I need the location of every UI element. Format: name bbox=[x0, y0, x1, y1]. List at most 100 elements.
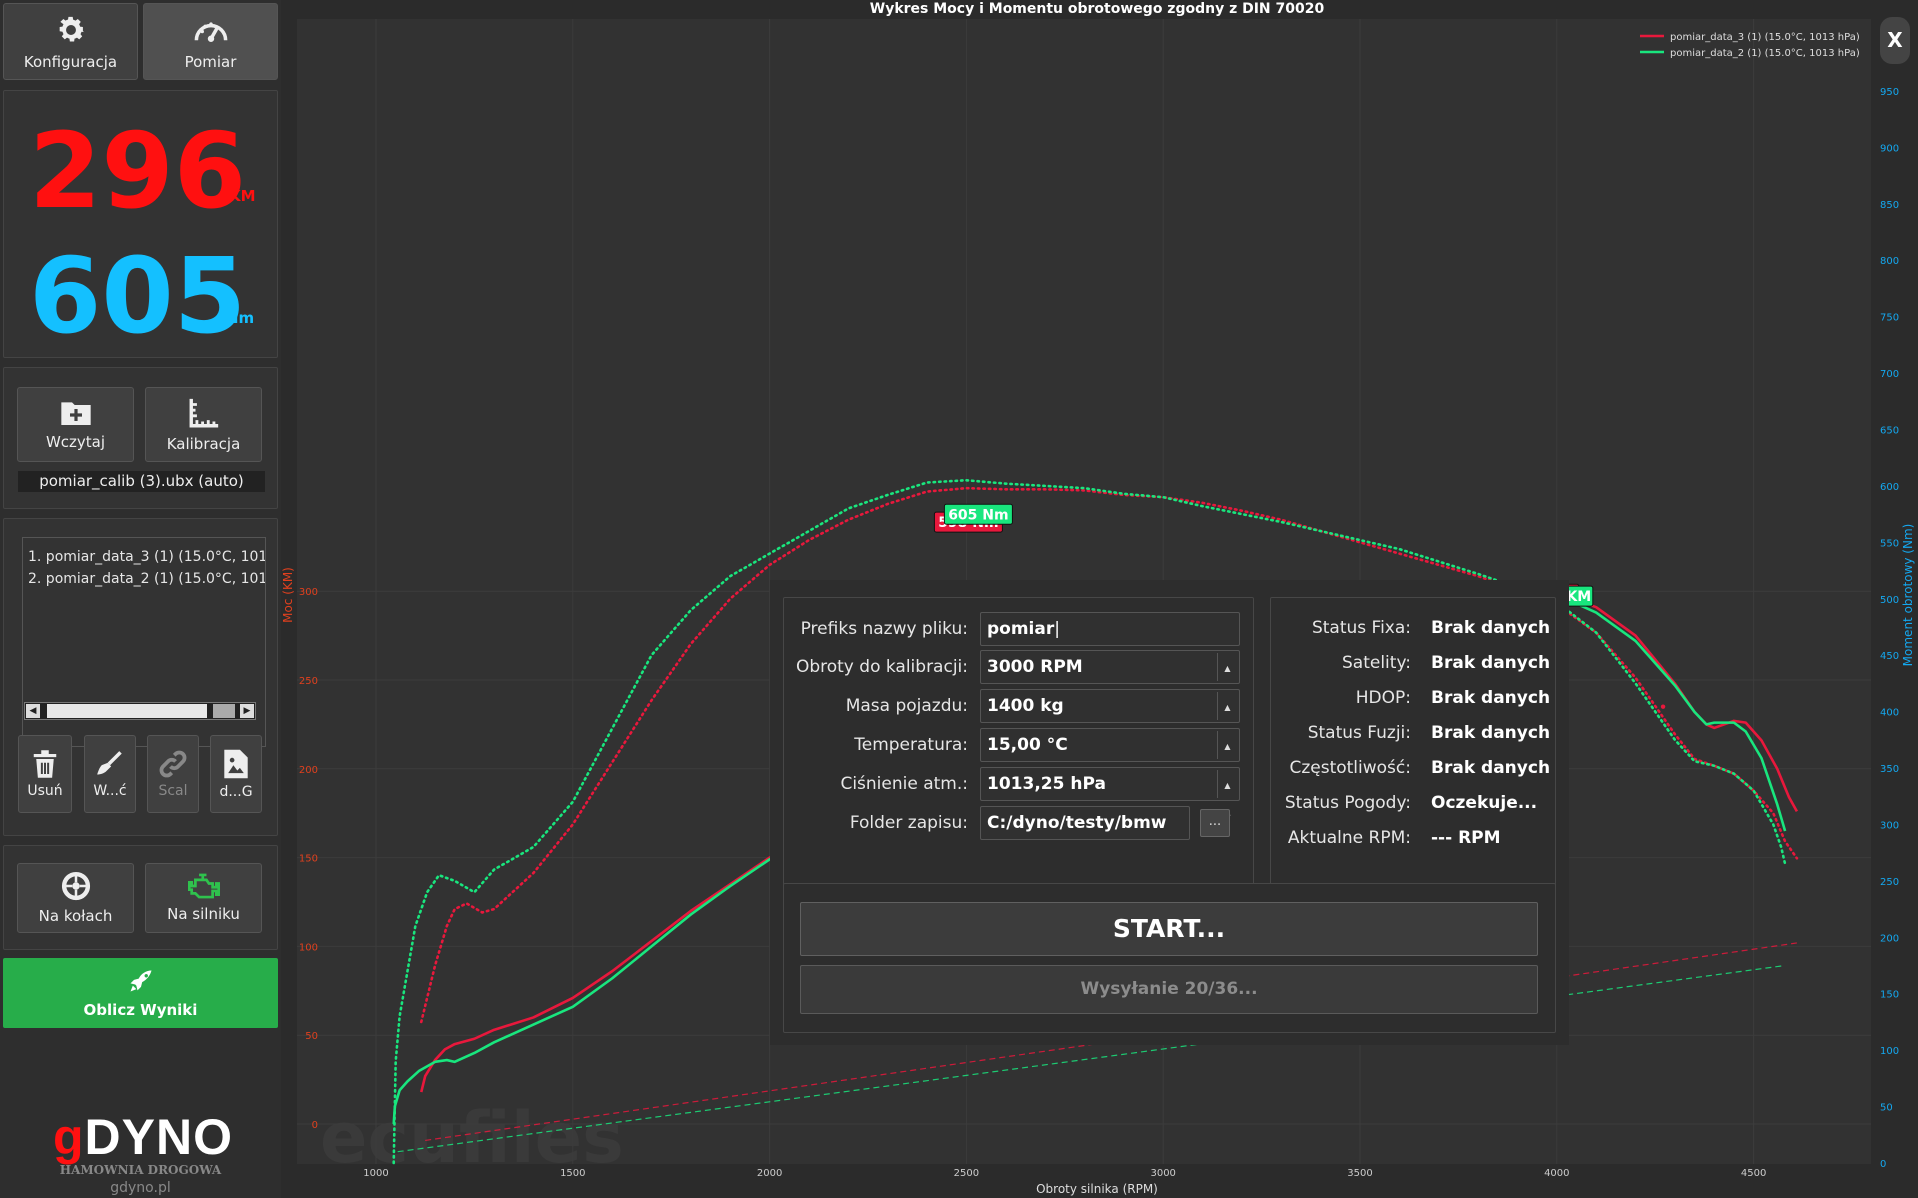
y-left-tick-label: 50 bbox=[305, 1031, 318, 1042]
status-row: Status Pogody: Oczekuje... bbox=[1271, 788, 1557, 818]
power-unit: KM bbox=[229, 187, 256, 205]
x-tick-label: 1500 bbox=[560, 1168, 585, 1179]
settings-form: Prefiks nazwy pliku: pomiar| Obroty do k… bbox=[783, 597, 1254, 891]
calibration-rpm-spinbox[interactable]: 3000 RPM ▲▼ bbox=[980, 650, 1240, 705]
scrollbar-thumb[interactable] bbox=[213, 704, 235, 718]
gear-icon bbox=[59, 16, 84, 41]
torque-unit: Nm bbox=[226, 309, 255, 327]
export-button[interactable]: d...G bbox=[210, 735, 262, 813]
list-item[interactable]: 1. pomiar_data_3 (1) (15.0°C, 1013 bbox=[28, 546, 265, 568]
spinbox-arrows-icon[interactable]: ▲▼ bbox=[1217, 692, 1237, 744]
y-left-tick-label: 300 bbox=[299, 587, 318, 598]
pressure-label: Ciśnienie atm.: bbox=[840, 774, 968, 794]
legend-entry: pomiar_data_2 (1) (15.0°C, 1013 hPa) bbox=[1670, 48, 1860, 59]
y-axis-left-label: Moc (KM) bbox=[281, 567, 295, 623]
peak-torque-label: 605 Nm bbox=[943, 503, 1013, 525]
y-right-tick-label: 300 bbox=[1880, 820, 1899, 831]
torque-value: 605 bbox=[29, 235, 247, 357]
status-row: Częstotliwość: Brak danych bbox=[1271, 753, 1557, 783]
rocket-icon bbox=[130, 970, 151, 992]
spinbox-arrows-icon[interactable]: ▲▼ bbox=[1217, 770, 1237, 822]
close-button[interactable]: X bbox=[1880, 17, 1910, 64]
y-right-tick-label: 150 bbox=[1880, 990, 1899, 1001]
prefix-label: Prefiks nazwy pliku: bbox=[800, 619, 968, 639]
y-right-tick-label: 500 bbox=[1880, 595, 1899, 606]
scrollbar-track[interactable] bbox=[47, 704, 207, 718]
calibration-rpm-label: Obroty do kalibracji: bbox=[795, 657, 968, 677]
file-list-scrollbar[interactable]: ◀ ▶ bbox=[24, 702, 256, 720]
load-button[interactable]: Wczytaj bbox=[17, 387, 134, 462]
scroll-left-arrow-icon[interactable]: ◀ bbox=[26, 704, 40, 718]
engine-icon bbox=[187, 873, 220, 899]
y-axis-right-label: Moment obrotowy (Nm) bbox=[1901, 524, 1915, 667]
load-label: Wczytaj bbox=[45, 432, 106, 451]
prefix-input[interactable]: pomiar| bbox=[980, 612, 1240, 646]
start-button[interactable]: START... bbox=[800, 902, 1538, 956]
y-right-tick-label: 800 bbox=[1880, 256, 1899, 267]
wheels-mode-button[interactable]: Na kołach bbox=[17, 863, 134, 933]
status-value: Oczekuje... bbox=[1431, 793, 1538, 813]
delete-label: Usuń bbox=[27, 783, 63, 799]
delete-button[interactable]: Usuń bbox=[18, 735, 72, 813]
y-right-tick-label: 550 bbox=[1880, 538, 1899, 549]
x-tick-label: 1000 bbox=[363, 1168, 388, 1179]
vehicle-mass-label: Masa pojazdu: bbox=[845, 696, 968, 716]
y-right-tick-label: 350 bbox=[1880, 764, 1899, 775]
status-value: Brak danych bbox=[1431, 723, 1551, 743]
status-row: Aktualne RPM: --- RPM bbox=[1271, 823, 1557, 853]
y-right-tick-label: 100 bbox=[1880, 1046, 1899, 1057]
save-folder-input[interactable]: C:/dyno/testy/bmw bbox=[980, 806, 1190, 840]
chart-title: Wykres Mocy i Momentu obrotowego zgodny … bbox=[870, 1, 1325, 17]
status-value: Brak danych bbox=[1431, 618, 1551, 638]
app-tagline: HAMOWNIA DROGOWA bbox=[59, 1163, 222, 1177]
mode-panel: Na kołach Na silniku bbox=[3, 845, 278, 950]
spinbox-arrows-icon[interactable]: ▲▼ bbox=[1217, 731, 1237, 783]
sending-progress-button: Wysyłanie 20/36... bbox=[800, 965, 1538, 1014]
measurement-dialog: Prefiks nazwy pliku: pomiar| Obroty do k… bbox=[770, 580, 1569, 1045]
merge-button[interactable]: Scal bbox=[147, 735, 199, 813]
merge-label: Scal bbox=[158, 783, 188, 799]
calibration-file-name: pomiar_calib (3).ubx (auto) bbox=[18, 471, 265, 492]
files-panel: 1. pomiar_data_3 (1) (15.0°C, 1013 2. po… bbox=[3, 518, 278, 836]
temperature-spinbox[interactable]: 15,00 °C ▲▼ bbox=[980, 728, 1240, 783]
y-left-tick-label: 100 bbox=[299, 942, 318, 953]
temperature-row: Temperatura: 15,00 °C ▲▼ bbox=[784, 728, 1255, 783]
y-right-tick-label: 900 bbox=[1880, 143, 1899, 154]
clear-button[interactable]: W...ć bbox=[84, 735, 136, 813]
gps-status-panel: Status Fixa: Brak danych Satelity: Brak da… bbox=[1270, 597, 1556, 891]
measure-label: Pomiar bbox=[184, 52, 237, 71]
engine-mode-button[interactable]: Na silniku bbox=[145, 863, 262, 933]
spinbox-arrows-icon[interactable]: ▲▼ bbox=[1217, 653, 1237, 705]
app-logo: gDYNO bbox=[53, 1109, 234, 1165]
y-right-tick-label: 250 bbox=[1880, 877, 1899, 888]
calibration-label: Kalibracja bbox=[166, 434, 241, 453]
status-value: Brak danych bbox=[1431, 688, 1551, 708]
y-right-tick-label: 650 bbox=[1880, 425, 1899, 436]
browse-folder-button[interactable]: ... bbox=[1200, 809, 1230, 837]
y-right-tick-label: 200 bbox=[1880, 933, 1899, 944]
vehicle-mass-spinbox[interactable]: 1400 kg ▲▼ bbox=[980, 689, 1240, 744]
ruler-icon bbox=[189, 398, 218, 427]
config-label: Konfiguracja bbox=[23, 52, 118, 71]
y-right-tick-label: 0 bbox=[1880, 1159, 1886, 1170]
calibration-button[interactable]: Kalibracja bbox=[145, 387, 262, 462]
y-right-tick-label: 600 bbox=[1880, 482, 1899, 493]
pressure-spinbox[interactable]: 1013,25 hPa ▲▼ bbox=[980, 767, 1240, 822]
legend-entry: pomiar_data_3 (1) (15.0°C, 1013 hPa) bbox=[1670, 32, 1860, 43]
calculate-results-button[interactable]: Oblicz Wyniki bbox=[3, 958, 278, 1028]
status-value: Brak danych bbox=[1431, 653, 1551, 673]
outlier-point bbox=[1660, 704, 1666, 709]
gauge-icon bbox=[194, 21, 227, 42]
x-tick-label: 2500 bbox=[954, 1168, 979, 1179]
measure-button[interactable]: Pomiar bbox=[143, 3, 278, 80]
y-right-tick-label: 400 bbox=[1880, 708, 1899, 719]
x-tick-label: 2000 bbox=[757, 1168, 782, 1179]
status-row: Satelity: Brak danych bbox=[1271, 648, 1557, 678]
list-item[interactable]: 2. pomiar_data_2 (1) (15.0°C, 1013 bbox=[28, 568, 265, 590]
status-row: HDOP: Brak danych bbox=[1271, 683, 1557, 713]
app-website: gdyno.pl bbox=[110, 1180, 171, 1196]
scroll-right-arrow-icon[interactable]: ▶ bbox=[240, 704, 254, 718]
pressure-row: Ciśnienie atm.: 1013,25 hPa ▲▼ bbox=[784, 767, 1255, 822]
watermark: ecufiles bbox=[320, 1097, 624, 1179]
config-button[interactable]: Konfiguracja bbox=[3, 3, 138, 80]
